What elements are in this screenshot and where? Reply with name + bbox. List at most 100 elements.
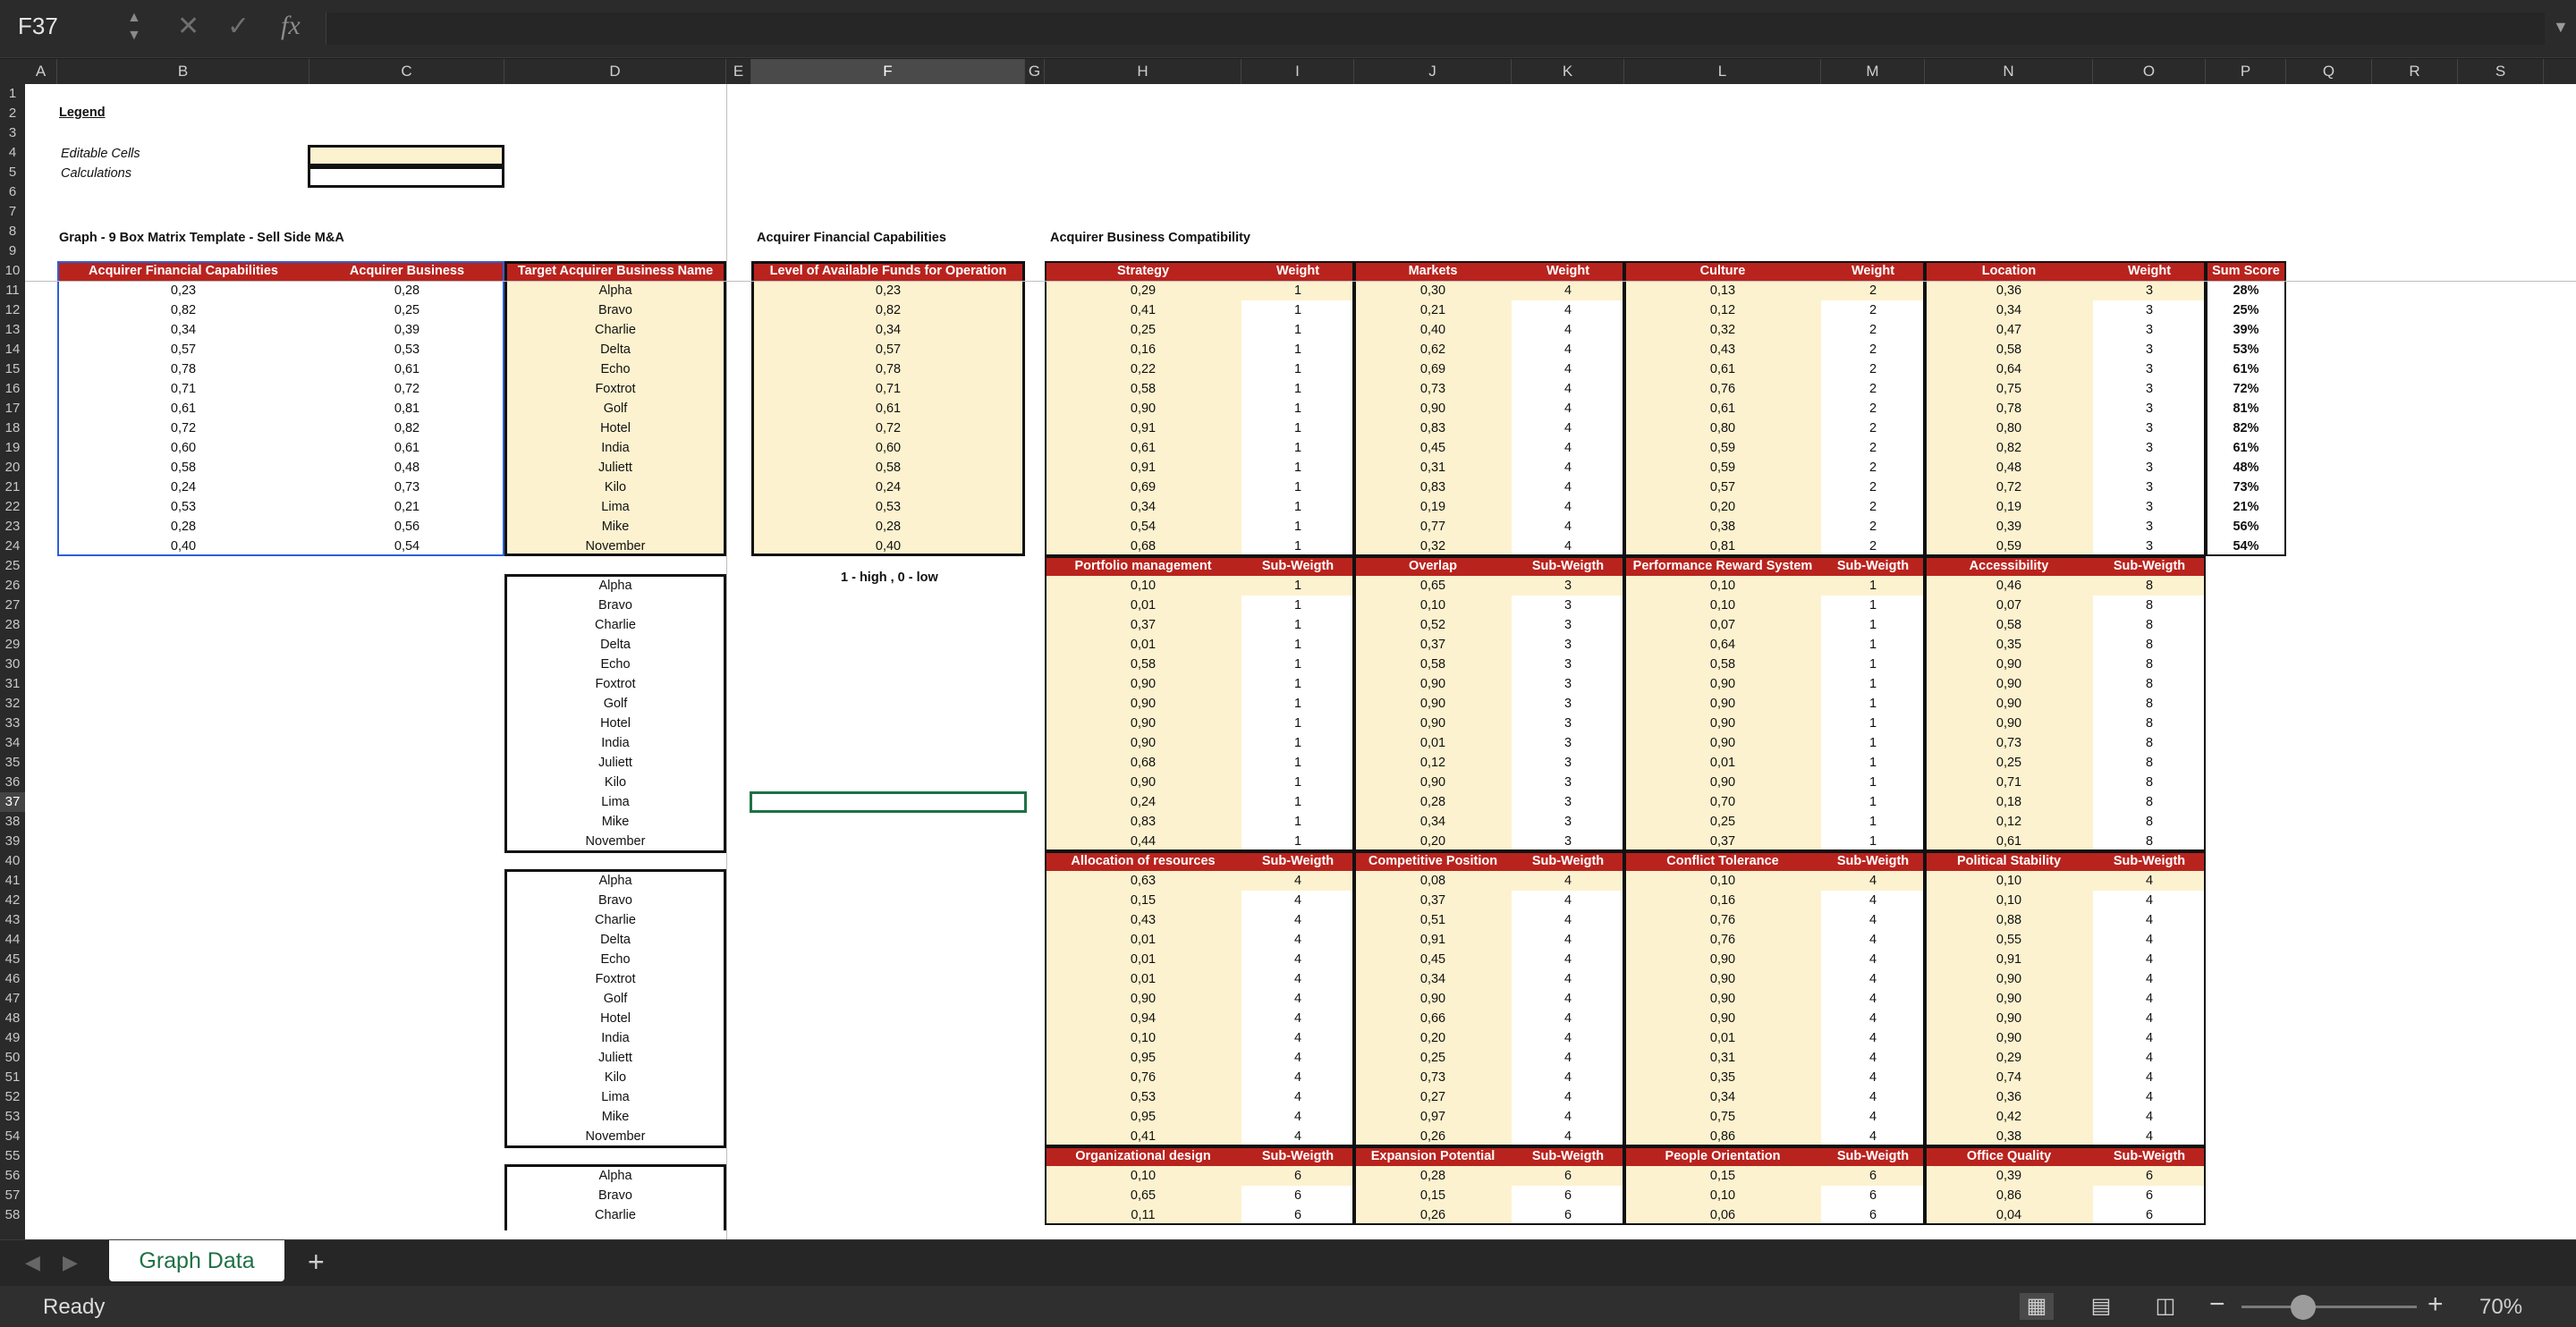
zoom-out-button[interactable]: − (2209, 1289, 2225, 1320)
column-header-b[interactable]: B (57, 59, 309, 84)
row-header-29[interactable]: 29 (0, 635, 25, 655)
row-header-20[interactable]: 20 (0, 458, 25, 478)
row-header-2[interactable]: 2 (0, 104, 25, 123)
column-header-f[interactable]: F (751, 59, 1025, 84)
row-header-40[interactable]: 40 (0, 851, 25, 871)
row-header-21[interactable]: 21 (0, 478, 25, 497)
name-box[interactable]: F37 (18, 13, 58, 40)
legend-calculations-swatch (308, 166, 504, 188)
column-header-j[interactable]: J (1354, 59, 1512, 84)
row-header-31[interactable]: 31 (0, 674, 25, 694)
row-header-58[interactable]: 58 (0, 1205, 25, 1225)
column-header-l[interactable]: L (1624, 59, 1821, 84)
column-header-n[interactable]: N (1925, 59, 2093, 84)
row-header-35[interactable]: 35 (0, 753, 25, 773)
row-header-39[interactable]: 39 (0, 832, 25, 851)
chevron-down-icon[interactable]: ▼ (2553, 18, 2569, 37)
row-header-17[interactable]: 17 (0, 399, 25, 418)
row-header-7[interactable]: 7 (0, 202, 25, 222)
row-header-51[interactable]: 51 (0, 1068, 25, 1087)
row-header-15[interactable]: 15 (0, 359, 25, 379)
row-header-13[interactable]: 13 (0, 320, 25, 340)
row-header-26[interactable]: 26 (0, 576, 25, 596)
column-header-a[interactable]: A (25, 59, 57, 84)
row-header-42[interactable]: 42 (0, 891, 25, 910)
row-header-55[interactable]: 55 (0, 1146, 25, 1166)
page-layout-icon[interactable]: ▤ (2084, 1293, 2118, 1320)
formula-input[interactable] (326, 13, 2545, 45)
row-header-1[interactable]: 1 (0, 84, 25, 104)
column-header-g[interactable]: G (1025, 59, 1045, 84)
column-header-s[interactable]: S (2458, 59, 2544, 84)
target-name-list-box (504, 574, 726, 853)
row-header-30[interactable]: 30 (0, 655, 25, 674)
row-header-45[interactable]: 45 (0, 950, 25, 969)
row-header-19[interactable]: 19 (0, 438, 25, 458)
row-header-14[interactable]: 14 (0, 340, 25, 359)
row-header-34[interactable]: 34 (0, 733, 25, 753)
row-header-27[interactable]: 27 (0, 596, 25, 615)
row-header-56[interactable]: 56 (0, 1166, 25, 1186)
insert-function-icon[interactable]: fx (281, 11, 301, 41)
column-header-h[interactable]: H (1045, 59, 1241, 84)
next-sheet-icon[interactable]: ▶ (63, 1251, 78, 1274)
column-header-d[interactable]: D (504, 59, 726, 84)
add-sheet-button[interactable]: + (308, 1246, 325, 1279)
row-header-46[interactable]: 46 (0, 969, 25, 989)
row-header-48[interactable]: 48 (0, 1009, 25, 1028)
zoom-slider[interactable] (2241, 1306, 2417, 1308)
prev-sheet-icon[interactable]: ◀ (25, 1251, 40, 1274)
row-header-37[interactable]: 37 (0, 792, 25, 812)
tab-graph-data[interactable]: Graph Data (109, 1240, 284, 1281)
column-header-e[interactable]: E (726, 59, 751, 84)
row-header-57[interactable]: 57 (0, 1186, 25, 1205)
cancel-icon[interactable]: ✕ (177, 11, 199, 42)
column-header-o[interactable]: O (2093, 59, 2206, 84)
row-header-33[interactable]: 33 (0, 714, 25, 733)
row-header-44[interactable]: 44 (0, 930, 25, 950)
row-header-52[interactable]: 52 (0, 1087, 25, 1107)
row-header-49[interactable]: 49 (0, 1028, 25, 1048)
row-header-28[interactable]: 28 (0, 615, 25, 635)
zoom-slider-handle[interactable] (2290, 1295, 2316, 1320)
row-header-47[interactable]: 47 (0, 989, 25, 1009)
row-header-22[interactable]: 22 (0, 497, 25, 517)
column-header-p[interactable]: P (2206, 59, 2286, 84)
row-header-36[interactable]: 36 (0, 773, 25, 792)
row-header-25[interactable]: 25 (0, 556, 25, 576)
worksheet-grid[interactable]: Legend Editable Cells Calculations Graph… (25, 84, 2576, 1239)
row-header-53[interactable]: 53 (0, 1107, 25, 1127)
column-header-c[interactable]: C (309, 59, 504, 84)
row-header-54[interactable]: 54 (0, 1127, 25, 1146)
name-box-stepper-icon[interactable]: ▲ ▼ (127, 9, 141, 45)
column-header-k[interactable]: K (1512, 59, 1624, 84)
row-header-6[interactable]: 6 (0, 182, 25, 202)
row-header-24[interactable]: 24 (0, 537, 25, 556)
row-header-9[interactable]: 9 (0, 241, 25, 261)
active-cell[interactable] (750, 791, 1027, 813)
row-header-5[interactable]: 5 (0, 163, 25, 182)
column-header-i[interactable]: I (1241, 59, 1354, 84)
column-header-m[interactable]: M (1821, 59, 1925, 84)
criteria-group-box (1925, 1146, 2206, 1225)
row-header-16[interactable]: 16 (0, 379, 25, 399)
row-header-41[interactable]: 41 (0, 871, 25, 891)
row-header-18[interactable]: 18 (0, 418, 25, 438)
row-header-10[interactable]: 10 (0, 261, 25, 281)
row-header-38[interactable]: 38 (0, 812, 25, 832)
row-header-12[interactable]: 12 (0, 300, 25, 320)
row-header-4[interactable]: 4 (0, 143, 25, 163)
row-header-3[interactable]: 3 (0, 123, 25, 143)
column-header-r[interactable]: R (2372, 59, 2458, 84)
row-header-11[interactable]: 11 (0, 281, 25, 300)
row-header-32[interactable]: 32 (0, 694, 25, 714)
page-break-icon[interactable]: ◫ (2148, 1293, 2182, 1320)
zoom-in-button[interactable]: + (2428, 1289, 2444, 1320)
column-header-q[interactable]: Q (2286, 59, 2372, 84)
row-header-8[interactable]: 8 (0, 222, 25, 241)
enter-icon[interactable]: ✓ (227, 11, 250, 42)
row-header-23[interactable]: 23 (0, 517, 25, 537)
row-header-50[interactable]: 50 (0, 1048, 25, 1068)
normal-view-icon[interactable]: ▦ (2020, 1293, 2054, 1320)
row-header-43[interactable]: 43 (0, 910, 25, 930)
